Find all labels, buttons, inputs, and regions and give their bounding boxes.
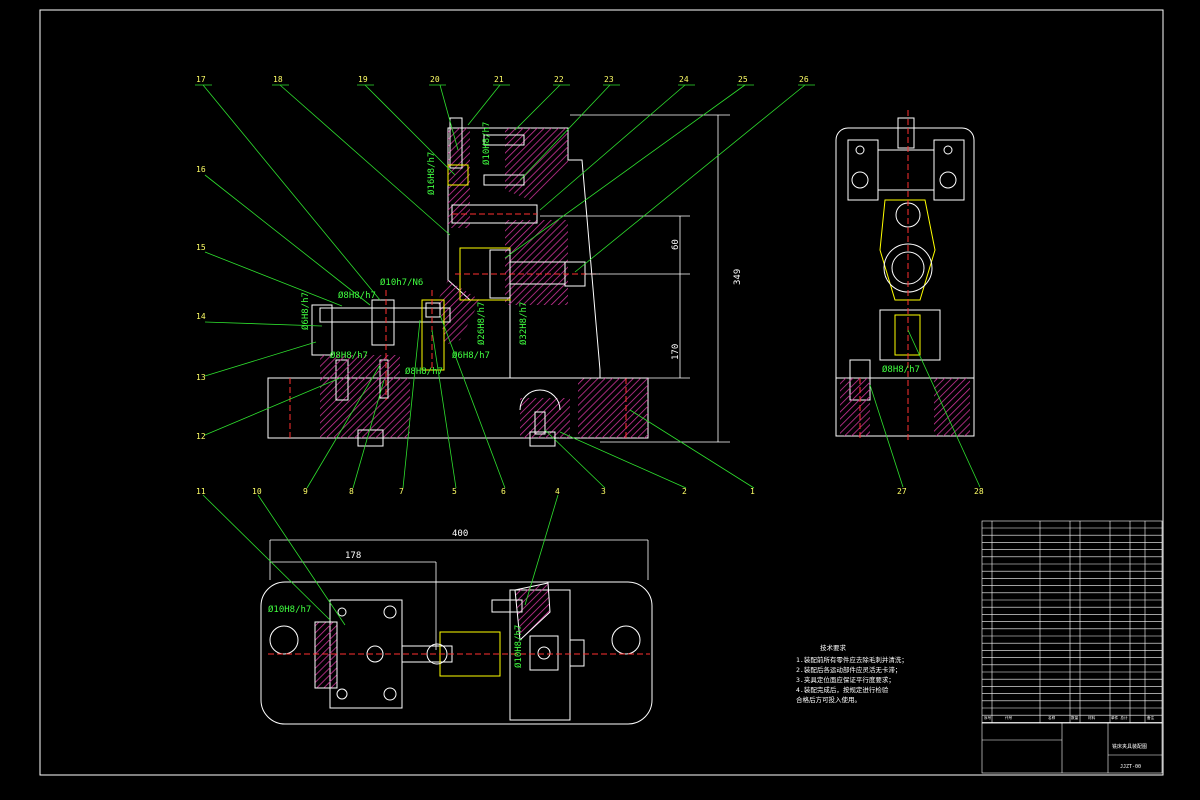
fit-10h8: Ø10H8/h7 <box>481 122 492 165</box>
th: 材料 <box>1088 715 1096 720</box>
fit-8h8-a: Ø8H8/h7 <box>338 290 376 301</box>
th: 序号 <box>984 715 992 720</box>
front-view <box>267 117 649 447</box>
fit-10n6: Ø10h7/N6 <box>380 277 423 288</box>
technical-notes: 技术要求 1.装配前所有零件应去除毛刺并清洗； 2.装配后各运动部件应灵活无卡滞… <box>796 643 908 704</box>
part-label: 16 <box>196 165 206 174</box>
part-label: 8 <box>349 487 354 496</box>
part-label: 6 <box>501 487 506 496</box>
parts-list <box>981 520 1163 724</box>
th: 备注 <box>1147 715 1155 720</box>
side-fit: Ø8H8/h7 <box>882 364 920 375</box>
notes-heading: 技术要求 <box>820 643 847 652</box>
fit-32h8: Ø32H8/h7 <box>518 302 529 345</box>
dim-170: 170 <box>671 344 681 360</box>
top-label-4: 4 <box>555 487 560 496</box>
drawing-title: 铣床夹具装配图 <box>1112 743 1147 750</box>
part-label: 14 <box>196 312 206 321</box>
part-label: 7 <box>399 487 404 496</box>
part-label: 1 <box>750 487 755 496</box>
part-label: 5 <box>452 487 457 496</box>
cad-drawing-canvas: 349 60 170 Ø16H8/h7 Ø10H8/h7 Ø10h7/N6 Ø8… <box>39 9 1164 776</box>
part-label: 24 <box>679 75 689 84</box>
dim-height-total: 349 <box>733 269 743 285</box>
th: 名称 <box>1048 715 1056 720</box>
th: 代号 <box>1005 715 1013 720</box>
clamp-lever <box>319 307 451 323</box>
part-label: 2 <box>682 487 687 496</box>
part-label: 25 <box>738 75 748 84</box>
part-label: 26 <box>799 75 809 84</box>
top-fit-a: Ø10H8/h7 <box>268 604 311 615</box>
top-view <box>260 581 653 725</box>
notes-line: 4.装配完成后，按规定进行检验 <box>796 685 889 694</box>
part-label: 22 <box>554 75 564 84</box>
th: 数量 <box>1071 715 1079 720</box>
title-header: 序号 代号 名称 数量 材料 单件 总计 备注 <box>984 715 1155 720</box>
part-label: 19 <box>358 75 368 84</box>
th: 单件 总计 <box>1111 715 1128 720</box>
dim-400: 400 <box>452 529 468 539</box>
part-label: 21 <box>494 75 504 84</box>
front-left-labels: 16 15 14 13 12 <box>196 165 206 441</box>
top-fit-b: Ø10H8/h7 <box>513 625 524 668</box>
notes-line: 3.夹具定位面应保证平行度要求； <box>796 675 895 684</box>
drawing-number: JJZT-00 <box>1120 764 1141 770</box>
front-bottom-labels: 9 8 7 5 6 3 2 1 <box>303 487 755 496</box>
part-label: 9 <box>303 487 308 496</box>
fit-8h8-b: Ø8H8/h7 <box>330 350 368 361</box>
side-label-28: 28 <box>974 487 984 496</box>
part-label: 3 <box>601 487 606 496</box>
front-top-labels: 17 18 19 20 21 22 23 24 25 26 <box>196 75 809 84</box>
part-label: 20 <box>430 75 440 84</box>
notes-line: 合格后方可投入使用。 <box>796 695 861 704</box>
fit-6h8-a: Ø6H8/h7 <box>300 292 311 330</box>
part-label: 13 <box>196 373 206 382</box>
fit-26h8: Ø26H8/h7 <box>476 302 487 345</box>
part-label: 15 <box>196 243 206 252</box>
top-label-11: 11 <box>196 487 206 496</box>
dim-178: 178 <box>345 551 361 561</box>
side-label-27: 27 <box>897 487 907 496</box>
fit-16h8: Ø16H8/h7 <box>426 152 437 195</box>
part-label: 18 <box>273 75 283 84</box>
notes-line: 1.装配前所有零件应去除毛刺并清洗； <box>796 655 908 664</box>
dim-60: 60 <box>671 239 681 250</box>
part-label: 12 <box>196 432 206 441</box>
fit-8h8-c: Ø8H8/h7 <box>405 366 443 377</box>
top-label-10: 10 <box>252 487 262 496</box>
side-view <box>835 110 975 440</box>
part-label: 23 <box>604 75 614 84</box>
fit-6h8-b: Ø6H8/h7 <box>452 350 490 361</box>
notes-line: 2.装配后各运动部件应灵活无卡滞； <box>796 665 901 674</box>
part-label: 17 <box>196 75 206 84</box>
